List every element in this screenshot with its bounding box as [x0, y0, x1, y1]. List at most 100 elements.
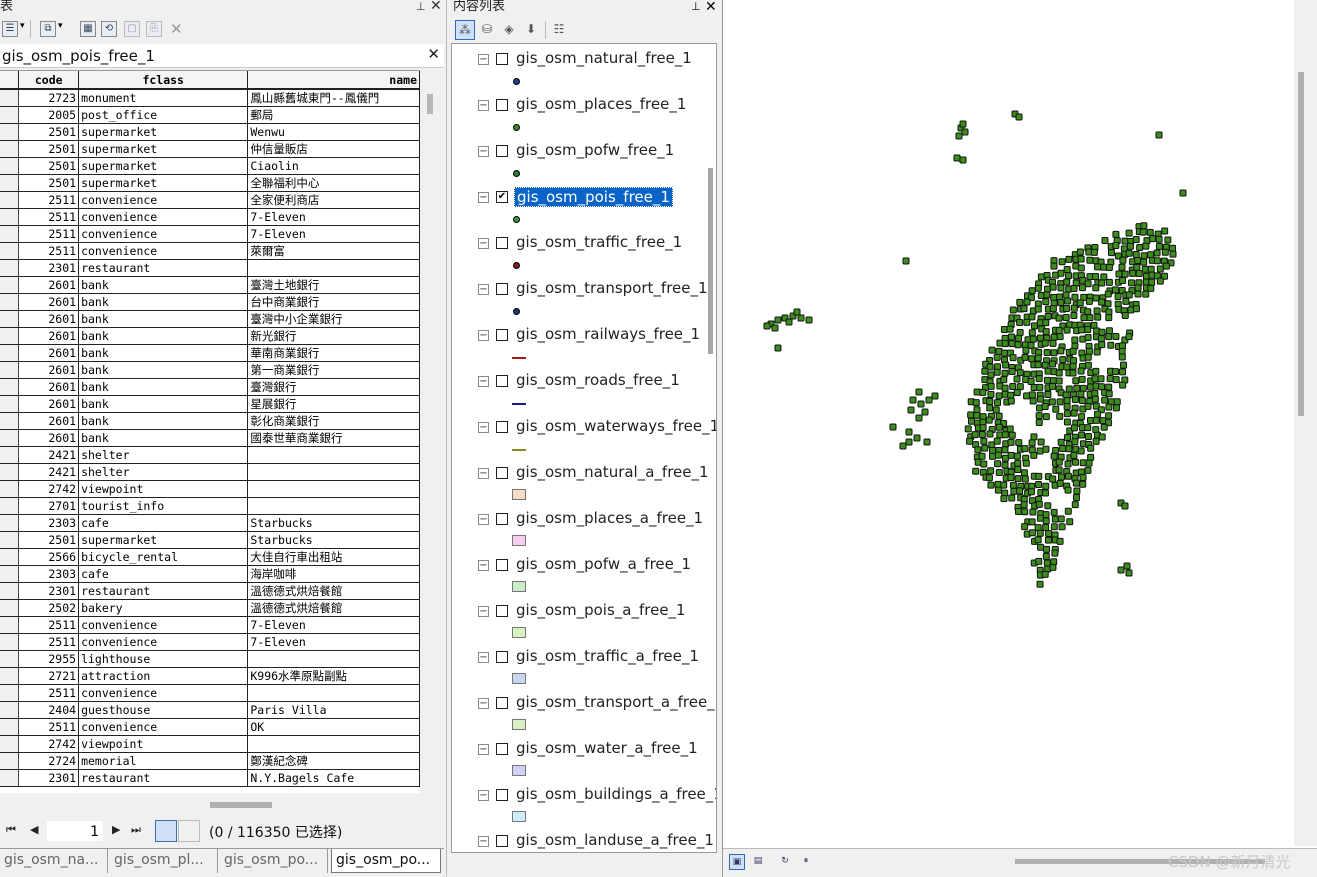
row-selector[interactable] — [0, 361, 20, 379]
layer-symbol-polygon-icon[interactable] — [512, 811, 526, 822]
layer-visibility-checkbox[interactable] — [496, 53, 508, 65]
data-view-icon[interactable]: ▣ — [729, 854, 745, 870]
table-row[interactable]: 2501 supermarket Ciaolin — [0, 157, 420, 175]
layer-name[interactable]: gis_osm_traffic_a_free_1 — [514, 647, 701, 665]
cell-code[interactable]: 2724 — [18, 752, 80, 770]
column-header-name[interactable]: name — [247, 71, 420, 90]
cell-name[interactable] — [247, 497, 420, 515]
related-tables-icon[interactable]: ⧉ — [40, 21, 56, 37]
layer-symbol-point-icon[interactable] — [513, 216, 520, 223]
cell-name[interactable]: 全聯福利中心 — [247, 174, 420, 192]
cell-code[interactable]: 2566 — [18, 548, 80, 566]
row-selector[interactable] — [0, 565, 20, 583]
cell-fclass[interactable]: bank — [78, 327, 249, 345]
row-selector[interactable] — [0, 395, 20, 413]
cell-code[interactable]: 2723 — [18, 89, 80, 107]
table-row[interactable]: 2601 bank 臺灣中小企業銀行 — [0, 310, 420, 328]
table-row[interactable]: 2421 shelter — [0, 446, 420, 464]
cell-fclass[interactable]: viewpoint — [78, 480, 249, 498]
copy-selection-icon[interactable]: ⎘ — [146, 21, 162, 37]
layer-visibility-checkbox[interactable] — [496, 789, 508, 801]
layer-visibility-checkbox[interactable] — [496, 283, 508, 295]
select-by-attributes-icon[interactable]: ▦ — [80, 21, 96, 37]
cell-fclass[interactable]: cafe — [78, 565, 249, 583]
toc-layer-item[interactable]: − gis_osm_pois_a_free_1 — [452, 599, 712, 645]
cell-fclass[interactable]: supermarket — [78, 157, 249, 175]
cell-fclass[interactable]: attraction — [78, 667, 249, 685]
previous-record-icon[interactable]: ◀ — [30, 823, 38, 836]
toc-layer-item[interactable]: − gis_osm_places_free_1 — [452, 93, 712, 139]
cell-code[interactable]: 2955 — [18, 650, 80, 668]
cell-code[interactable]: 2601 — [18, 395, 80, 413]
cell-code[interactable]: 2601 — [18, 327, 80, 345]
toc-layer-item[interactable]: − ✔ gis_osm_pois_free_1 — [452, 185, 712, 231]
cell-name[interactable] — [247, 446, 420, 464]
table-row[interactable]: 2005 post_office 郵局 — [0, 106, 420, 124]
cell-name[interactable] — [247, 650, 420, 668]
layer-name[interactable]: gis_osm_waterways_free_1 — [514, 417, 716, 435]
show-selected-records-button[interactable] — [178, 820, 200, 842]
layer-symbol-line-icon[interactable] — [512, 403, 526, 405]
layer-symbol-point-icon[interactable] — [513, 262, 520, 269]
collapse-icon[interactable]: − — [478, 606, 489, 617]
table-row[interactable]: 2301 restaurant — [0, 259, 420, 277]
layer-symbol-polygon-icon[interactable] — [512, 535, 526, 546]
scroll-thumb[interactable] — [210, 802, 272, 808]
cell-fclass[interactable]: shelter — [78, 446, 249, 464]
row-selector[interactable] — [0, 89, 20, 107]
layer-name[interactable]: gis_osm_places_a_free_1 — [514, 509, 705, 527]
toc-layer-item[interactable]: − gis_osm_railways_free_1 — [452, 323, 712, 369]
layer-visibility-checkbox[interactable] — [496, 375, 508, 387]
cell-fclass[interactable]: viewpoint — [78, 735, 249, 753]
record-number-input[interactable]: 1 — [46, 820, 104, 842]
cell-name[interactable]: 臺灣銀行 — [247, 378, 420, 396]
chevron-down-icon[interactable]: ▾ — [20, 21, 25, 31]
cell-name[interactable]: 溫德德式烘焙餐館 — [247, 582, 420, 600]
layer-name[interactable]: gis_osm_places_free_1 — [514, 95, 688, 113]
toc-layer-item[interactable]: − gis_osm_natural_a_free_1 — [452, 461, 712, 507]
cell-name[interactable]: 仲信量販店 — [247, 140, 420, 158]
delete-selected-icon[interactable]: ✕ — [170, 20, 183, 38]
cell-name[interactable]: 鳳山縣舊城東門--鳳儀門 — [247, 89, 420, 107]
cell-name[interactable]: 萊爾富 — [247, 242, 420, 260]
collapse-icon[interactable]: − — [478, 284, 489, 295]
cell-code[interactable]: 2601 — [18, 429, 80, 447]
list-by-source-icon[interactable]: ⛁ — [477, 20, 497, 40]
cell-fclass[interactable]: bank — [78, 395, 249, 413]
table-row[interactable]: 2511 convenience 7-Eleven — [0, 633, 420, 651]
cell-name[interactable]: Starbucks — [247, 531, 420, 549]
column-header-fclass[interactable]: fclass — [78, 71, 249, 90]
table-row[interactable]: 2303 cafe 海岸咖啡 — [0, 565, 420, 583]
cell-name[interactable]: 第一商業銀行 — [247, 361, 420, 379]
layer-name[interactable]: gis_osm_landuse_a_free_1 — [514, 831, 716, 849]
layer-symbol-point-icon[interactable] — [513, 78, 520, 85]
close-icon[interactable]: ✕ — [430, 0, 442, 13]
cell-fclass[interactable]: convenience — [78, 242, 249, 260]
cell-fclass[interactable]: convenience — [78, 684, 249, 702]
cell-code[interactable]: 2742 — [18, 480, 80, 498]
layer-name[interactable]: gis_osm_transport_a_free_1 — [514, 693, 716, 711]
row-selector[interactable] — [0, 514, 20, 532]
cell-name[interactable]: Ciaolin — [247, 157, 420, 175]
layer-name[interactable]: gis_osm_railways_free_1 — [514, 325, 702, 343]
table-row[interactable]: 2742 viewpoint — [0, 480, 420, 498]
row-selector[interactable] — [0, 191, 20, 209]
cell-name[interactable] — [247, 480, 420, 498]
cell-fclass[interactable]: bank — [78, 378, 249, 396]
table-row[interactable]: 2742 viewpoint — [0, 735, 420, 753]
row-selector[interactable] — [0, 327, 20, 345]
refresh-icon[interactable]: ↻ — [777, 854, 793, 870]
table-row[interactable]: 2511 convenience 萊爾富 — [0, 242, 420, 260]
list-by-visibility-icon[interactable]: ◈ — [499, 20, 519, 40]
cell-code[interactable]: 2511 — [18, 718, 80, 736]
show-all-records-button[interactable] — [155, 820, 177, 842]
toc-layer-item[interactable]: − gis_osm_pofw_a_free_1 — [452, 553, 712, 599]
table-row[interactable]: 2303 cafe Starbucks — [0, 514, 420, 532]
row-selector[interactable] — [0, 548, 20, 566]
collapse-icon[interactable]: − — [478, 54, 489, 65]
cell-fclass[interactable]: post_office — [78, 106, 249, 124]
table-row[interactable]: 2511 convenience 7-Eleven — [0, 225, 420, 243]
cell-code[interactable]: 2511 — [18, 684, 80, 702]
cell-code[interactable]: 2501 — [18, 157, 80, 175]
collapse-icon[interactable]: − — [478, 376, 489, 387]
